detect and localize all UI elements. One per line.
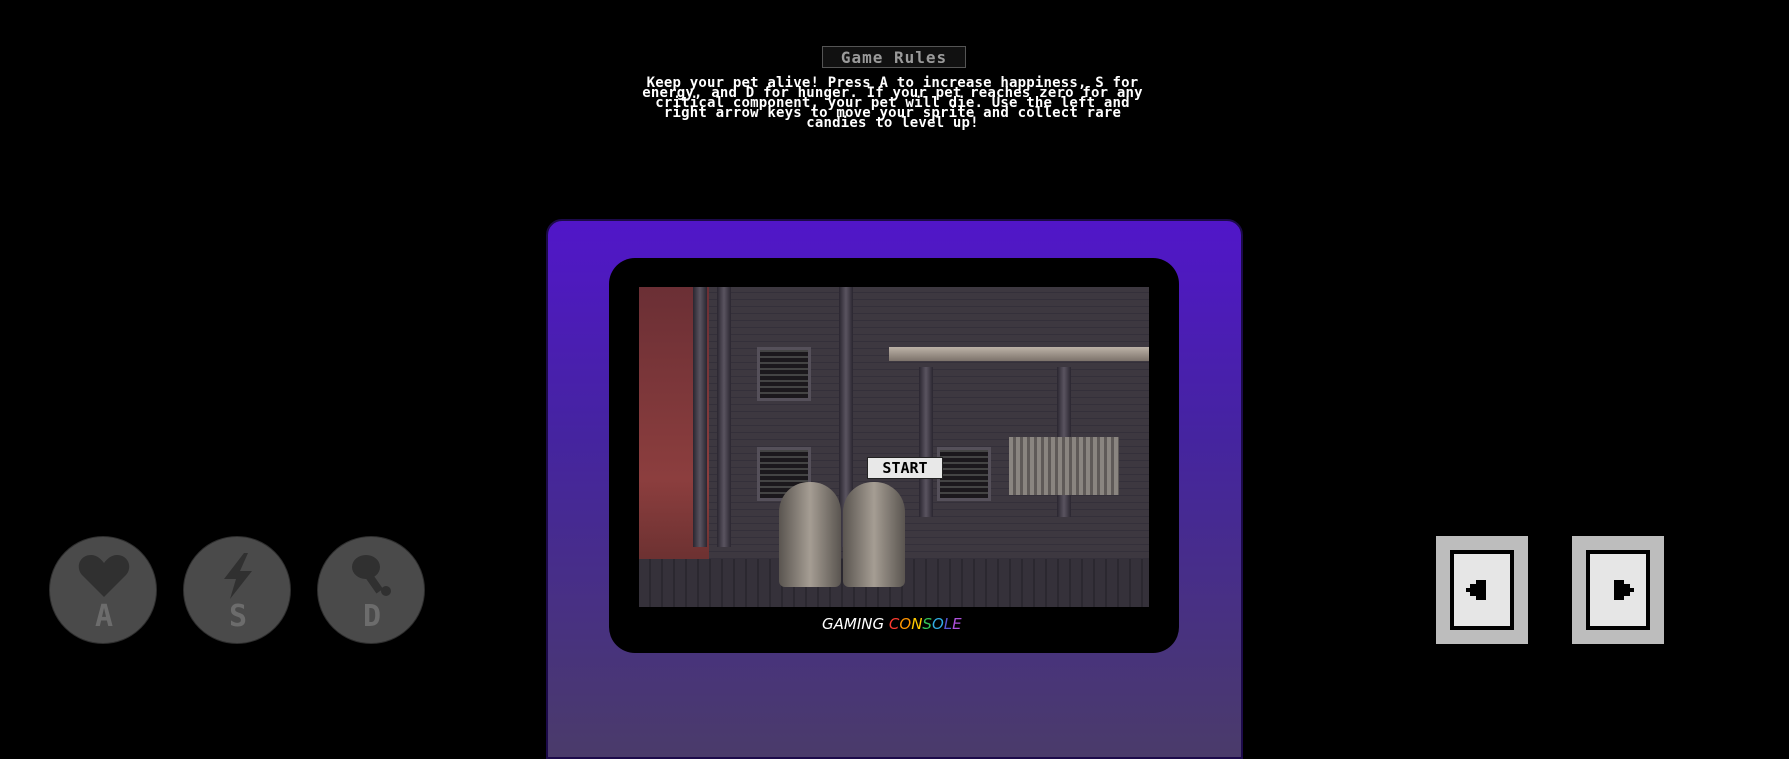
left-arrow-button[interactable] xyxy=(1436,536,1528,644)
brand-letter: E xyxy=(952,615,962,633)
brand-logo: GAMING CONSOLE xyxy=(822,613,972,635)
pipe-vertical xyxy=(693,287,707,547)
window xyxy=(937,447,991,501)
left-arrow-icon xyxy=(1466,580,1486,600)
brand-letter: S xyxy=(922,615,932,633)
start-button[interactable]: START xyxy=(867,457,943,479)
hunger-button-d[interactable]: D xyxy=(317,536,425,644)
drumstick-icon xyxy=(352,555,391,596)
key-label-a: A xyxy=(94,599,114,634)
window xyxy=(757,347,811,401)
rules-title: Game Rules xyxy=(822,46,966,68)
brand-word-gaming: GAMING xyxy=(822,615,885,633)
shutter-door xyxy=(1009,437,1119,495)
key-label-d: D xyxy=(362,599,382,634)
right-arrow-icon xyxy=(1614,580,1634,600)
right-arrow-button[interactable] xyxy=(1572,536,1664,644)
tank xyxy=(843,482,905,587)
key-label-s: S xyxy=(228,599,248,634)
brand-letter: N xyxy=(911,615,923,633)
energy-button-s[interactable]: S xyxy=(183,536,291,644)
brand-letter: L xyxy=(943,615,953,633)
rules-text: Keep your pet alive! Press A to increase… xyxy=(642,75,1143,131)
pipe-vertical xyxy=(919,367,933,517)
pipe-horizontal xyxy=(889,347,1149,361)
tank xyxy=(779,482,841,587)
heart-icon xyxy=(78,555,130,597)
brand-word-console: CONSOLE xyxy=(889,615,962,633)
brand-letter: C xyxy=(888,615,900,633)
happiness-button-a[interactable]: A xyxy=(49,536,157,644)
pipe-vertical xyxy=(717,287,731,547)
brand-letter: O xyxy=(899,615,912,633)
brand-letter: O xyxy=(931,615,944,633)
game-screen[interactable] xyxy=(639,287,1149,607)
lightning-icon xyxy=(224,553,252,599)
